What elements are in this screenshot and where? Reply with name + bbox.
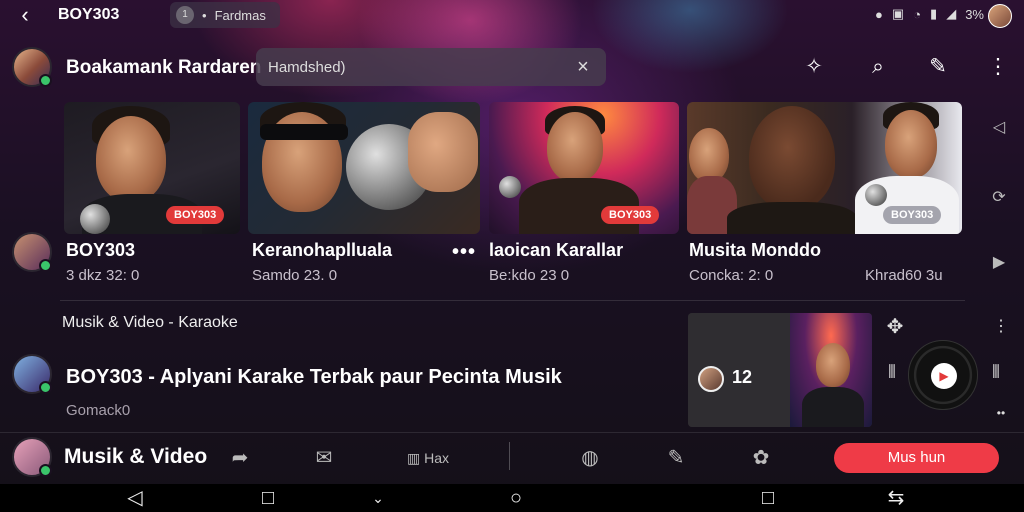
more-options-icon[interactable]: ••• bbox=[452, 241, 476, 264]
mini-player-info: 12 bbox=[688, 313, 790, 427]
status-bar bbox=[0, 0, 1024, 30]
share-arrow-icon[interactable]: ➦ bbox=[224, 444, 256, 472]
video-title[interactable]: BOY303 - Aplyani Karake Terbak paur Peci… bbox=[66, 366, 562, 389]
divider bbox=[60, 300, 965, 301]
video-card[interactable] bbox=[248, 102, 480, 234]
card-subtitle: 3 dkz 32: 0 bbox=[66, 267, 140, 284]
nav-home-icon[interactable]: ○ bbox=[496, 484, 536, 512]
share-icon[interactable]: ✧ bbox=[799, 52, 829, 82]
nav-recents-icon[interactable]: □ bbox=[248, 484, 288, 512]
channel-avatar[interactable] bbox=[12, 47, 52, 87]
notification-icon: ● bbox=[875, 6, 883, 22]
pill-label: Fardmas bbox=[214, 7, 266, 23]
edit-icon[interactable]: ✎ bbox=[660, 444, 692, 472]
vinyl-record[interactable]: ▶ bbox=[908, 340, 978, 410]
online-indicator bbox=[39, 464, 52, 477]
microphone-icon bbox=[865, 184, 887, 206]
mini-player-video[interactable] bbox=[790, 313, 872, 427]
nav-rotate-icon[interactable]: ⇆ bbox=[876, 484, 916, 512]
camera-icon[interactable]: ✿ bbox=[745, 444, 777, 472]
thumbnail-face bbox=[816, 343, 850, 387]
battery-icon: ◢ bbox=[946, 6, 957, 21]
pill-counter: 1 bbox=[176, 6, 194, 24]
nav-overview-icon[interactable]: □ bbox=[748, 484, 788, 512]
online-indicator bbox=[39, 259, 52, 272]
card-subtitle-right: Khrad60 3u bbox=[865, 267, 943, 284]
listener-count: 12 bbox=[732, 367, 753, 387]
prev-track-icon[interactable]: ⦀ bbox=[880, 362, 904, 383]
card-subtitle: Concka: 2: 0 bbox=[689, 267, 774, 284]
sim-icon: ▣ bbox=[891, 6, 905, 21]
creator-avatar[interactable] bbox=[12, 232, 52, 272]
bottom-label: Musik & Video bbox=[64, 445, 208, 468]
video-card[interactable]: BOY303 bbox=[64, 102, 240, 234]
card-title[interactable]: laoican Karallar bbox=[489, 240, 623, 261]
thumbnail-face bbox=[689, 128, 729, 182]
video-card[interactable]: BOY303 bbox=[489, 102, 679, 234]
online-indicator bbox=[39, 381, 52, 394]
back-arrow-icon[interactable]: ‹ bbox=[10, 2, 40, 28]
cast-icon[interactable]: ✥ bbox=[882, 314, 908, 339]
thumbnail-shirt bbox=[727, 202, 857, 234]
profile-avatar[interactable] bbox=[988, 4, 1012, 28]
next-track-icon[interactable]: ⦀ bbox=[984, 362, 1008, 383]
thumbnail-face bbox=[547, 112, 603, 182]
nav-back-icon[interactable]: ◁ bbox=[115, 484, 155, 512]
play-button-icon[interactable]: ▶ bbox=[931, 363, 957, 389]
search-input[interactable]: Hamdshed) × bbox=[256, 48, 606, 86]
card-badge: BOY303 bbox=[166, 206, 225, 224]
library-button[interactable]: ▥ Hax bbox=[398, 444, 458, 472]
microphone-icon bbox=[80, 204, 110, 234]
library-label: Hax bbox=[424, 450, 450, 466]
card-subtitle: Samdo 23. 0 bbox=[252, 267, 338, 284]
thumbnail-face bbox=[749, 106, 835, 210]
section-label: Musik & Video - Karaoke bbox=[62, 314, 238, 331]
twitter-icon[interactable]: ◍ bbox=[574, 444, 606, 472]
online-indicator bbox=[39, 74, 52, 87]
divider bbox=[0, 432, 1024, 433]
more-vert-icon[interactable]: ⋮ bbox=[990, 316, 1012, 336]
overflow-dots-icon[interactable]: •• bbox=[990, 406, 1012, 420]
thumbnail-face bbox=[96, 116, 166, 202]
pill-separator: • bbox=[202, 7, 207, 23]
app-title: BOY303 bbox=[58, 6, 120, 23]
status-icons: ● ▣ ◔ ▮ ◢ 3% bbox=[875, 6, 984, 22]
comment-icon[interactable]: ✉ bbox=[308, 444, 340, 472]
cta-button[interactable]: Mus hun bbox=[834, 443, 999, 473]
library-icon: ▥ bbox=[406, 450, 421, 466]
card-title[interactable]: BOY303 bbox=[66, 240, 135, 261]
sync-icon[interactable]: ⟳ bbox=[986, 185, 1012, 211]
card-title[interactable]: Musita Monddo bbox=[689, 240, 821, 261]
clear-search-icon[interactable]: × bbox=[572, 56, 594, 79]
card-badge: BOY303 bbox=[601, 206, 660, 224]
thumbnail-face bbox=[885, 110, 937, 178]
play-icon[interactable]: ▶ bbox=[986, 250, 1012, 276]
video-card[interactable]: BOY303 bbox=[687, 102, 962, 234]
card-subtitle: Be:kdo 23 0 bbox=[489, 267, 570, 284]
creator-avatar[interactable] bbox=[12, 354, 52, 394]
sunglasses bbox=[260, 124, 348, 140]
status-pill[interactable]: 1 • Fardmas bbox=[170, 2, 280, 28]
card-badge: BOY303 bbox=[883, 206, 942, 224]
user-avatar[interactable] bbox=[12, 437, 52, 477]
listener-avatar bbox=[698, 366, 724, 392]
video-subtitle: Gomack0 bbox=[66, 402, 131, 419]
more-vert-icon[interactable]: ⋮ bbox=[983, 52, 1013, 82]
collapse-icon[interactable]: ◁ bbox=[986, 115, 1012, 141]
card-title[interactable]: Keranohaplluala bbox=[252, 240, 392, 261]
hand bbox=[408, 112, 478, 192]
search-value: Hamdshed) bbox=[268, 58, 346, 76]
divider bbox=[509, 442, 510, 470]
channel-name[interactable]: Boakamank Rardaren bbox=[66, 57, 261, 79]
pin-icon[interactable]: ✎ bbox=[923, 52, 953, 82]
thumbnail-shirt bbox=[802, 387, 864, 427]
battery-percent: 3% bbox=[965, 6, 984, 22]
signal-icon: ▮ bbox=[930, 6, 938, 21]
nav-down-icon[interactable]: ⌄ bbox=[358, 484, 398, 512]
mini-player[interactable]: 12 bbox=[688, 313, 872, 427]
microphone-icon bbox=[499, 176, 521, 198]
wifi-icon: ◔ bbox=[913, 6, 922, 22]
search-icon[interactable]: ⌕ bbox=[863, 52, 893, 82]
